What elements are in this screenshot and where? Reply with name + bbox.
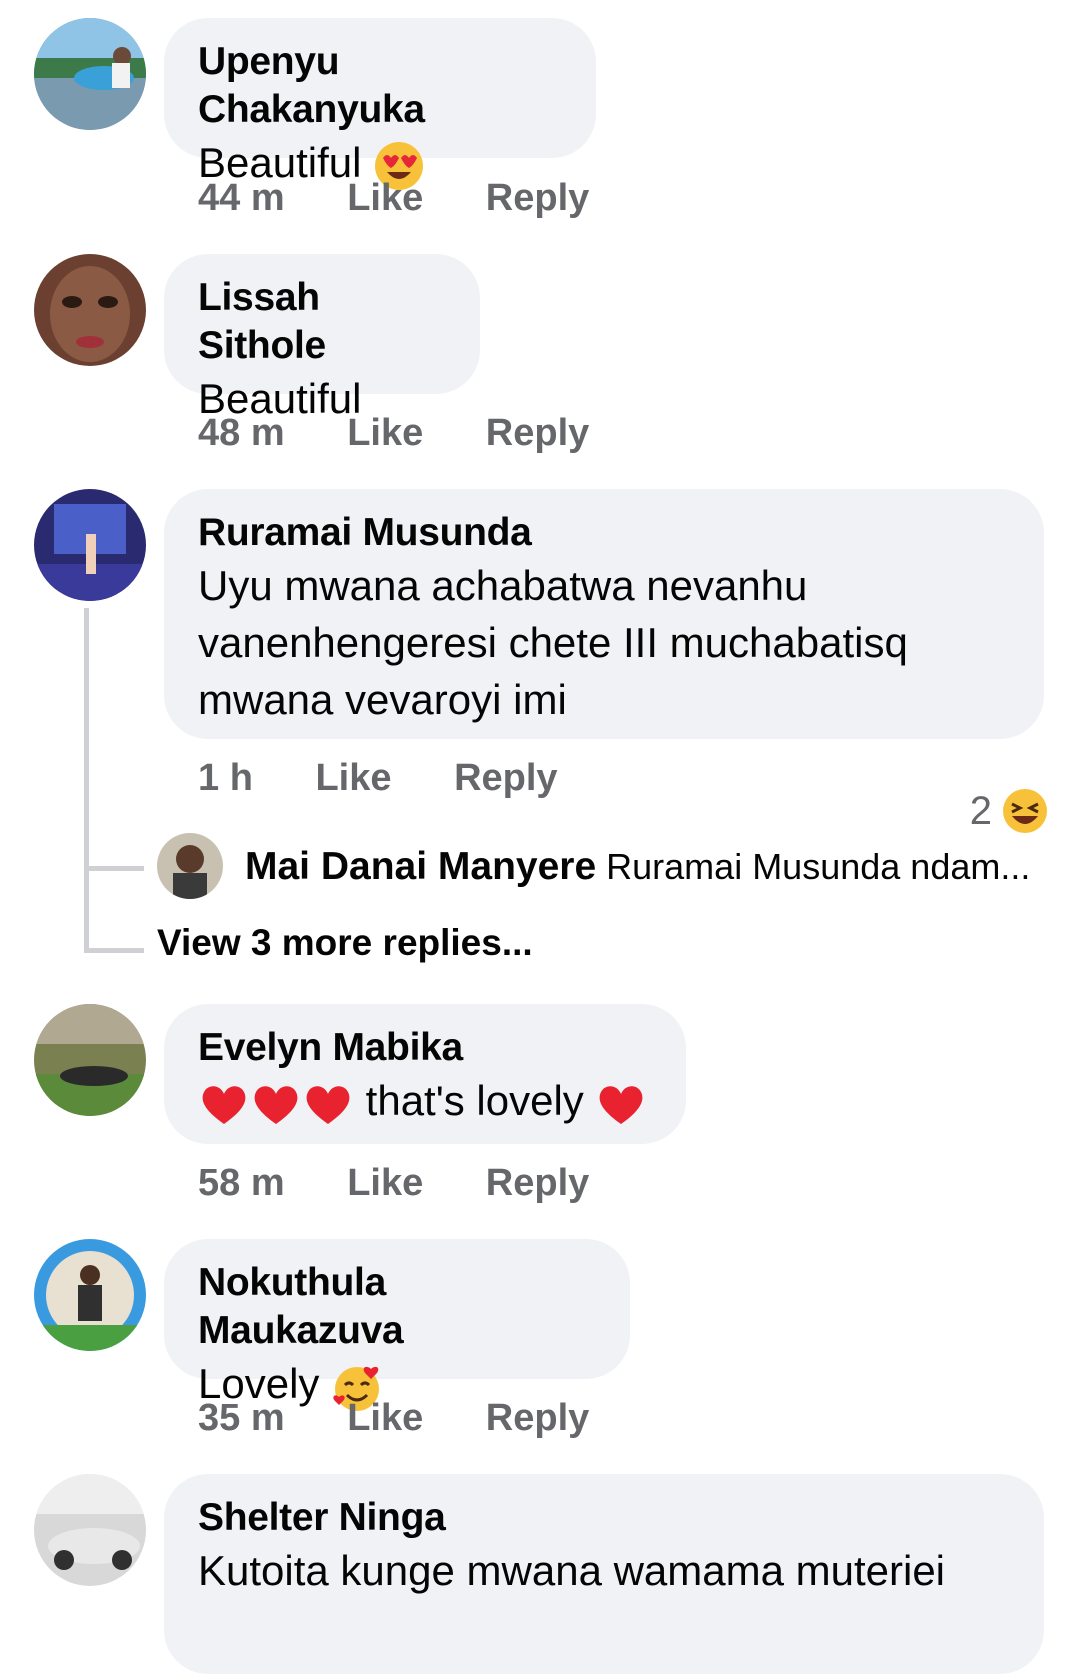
reply-avatar[interactable] xyxy=(157,833,223,899)
like-button[interactable]: Like xyxy=(347,177,423,219)
reaction-count[interactable]: 2 xyxy=(970,788,1048,834)
comment-time: 48 m xyxy=(198,412,285,454)
comment-text-line: mwana vevaroyi imi xyxy=(198,676,567,723)
avatar[interactable] xyxy=(34,1004,146,1116)
comment-actions: 48 m Like Reply xyxy=(198,410,641,456)
reply-button[interactable]: Reply xyxy=(486,177,589,219)
comment-actions: 58 m Like Reply xyxy=(198,1160,641,1206)
laughing-emoji-icon xyxy=(1003,789,1047,833)
comment-bubble: Nokuthula Maukazuva Lovely xyxy=(164,1239,630,1411)
red-heart-icon xyxy=(306,1086,350,1124)
red-heart-icon xyxy=(254,1086,298,1124)
view-more-replies[interactable]: View 3 more replies... xyxy=(157,920,533,966)
comment-bubble: Shelter Ninga Kutoita kunge mwana wamama… xyxy=(164,1474,1044,1674)
avatar[interactable] xyxy=(34,489,146,601)
comment-text-line: vanenhengeresi chete III muchabatisq xyxy=(198,619,908,666)
comment-time: 35 m xyxy=(198,1397,285,1439)
comment-author[interactable]: Evelyn Mabika xyxy=(198,1024,652,1072)
thread-connector xyxy=(84,948,144,953)
reply-author: Mai Danai Manyere xyxy=(245,845,597,888)
comment-time: 1 h xyxy=(198,757,253,799)
like-button[interactable]: Like xyxy=(347,1162,423,1204)
avatar[interactable] xyxy=(34,1239,146,1351)
comment-text-body: that's lovely xyxy=(365,1077,584,1124)
avatar[interactable] xyxy=(34,18,146,130)
comment-author[interactable]: Nokuthula Maukazuva xyxy=(198,1259,596,1355)
comment-bubble: Ruramai Musunda Uyu mwana achabatwa neva… xyxy=(164,489,1044,739)
thread-connector xyxy=(84,866,144,871)
thread-line xyxy=(84,608,89,948)
comment-author[interactable]: Lissah Sithole xyxy=(198,274,446,370)
comment-text-line: Uyu mwana achabatwa nevanhu xyxy=(198,562,808,609)
comment-time: 44 m xyxy=(198,177,285,219)
reply-text: Ruramai Musunda ndam... xyxy=(606,846,1031,887)
reply-button[interactable]: Reply xyxy=(486,1162,589,1204)
reply-button[interactable]: Reply xyxy=(486,1397,589,1439)
reply-button[interactable]: Reply xyxy=(454,757,557,799)
comment-text: that's lovely xyxy=(198,1072,652,1130)
like-button[interactable]: Like xyxy=(315,757,391,799)
comment-author[interactable]: Shelter Ninga xyxy=(198,1494,1010,1542)
reaction-count-number: 2 xyxy=(969,788,992,833)
red-heart-icon xyxy=(600,1086,643,1124)
reply-preview[interactable]: Mai Danai Manyere Ruramai Musunda ndam..… xyxy=(245,845,1065,889)
reply-button[interactable]: Reply xyxy=(486,412,589,454)
red-heart-icon xyxy=(202,1086,246,1124)
comment-bubble: Lissah Sithole Beautiful xyxy=(164,254,480,422)
comment-bubble: Upenyu Chakanyuka Beautiful xyxy=(164,18,596,190)
avatar[interactable] xyxy=(34,1474,146,1586)
comment-bubble: Evelyn Mabika that's lovely xyxy=(164,1004,686,1144)
like-button[interactable]: Like xyxy=(347,1397,423,1439)
avatar[interactable] xyxy=(34,254,146,366)
comment-author[interactable]: Upenyu Chakanyuka xyxy=(198,38,562,134)
comment-text: Kutoita kunge mwana wamama muteriei xyxy=(198,1547,946,1594)
like-button[interactable]: Like xyxy=(347,412,423,454)
comment-actions: 35 m Like Reply xyxy=(198,1395,641,1441)
comment-time: 58 m xyxy=(198,1162,285,1204)
comment-author[interactable]: Ruramai Musunda xyxy=(198,509,1010,557)
comment-actions: 44 m Like Reply xyxy=(198,175,641,221)
comment-actions: 1 h Like Reply xyxy=(198,755,610,801)
